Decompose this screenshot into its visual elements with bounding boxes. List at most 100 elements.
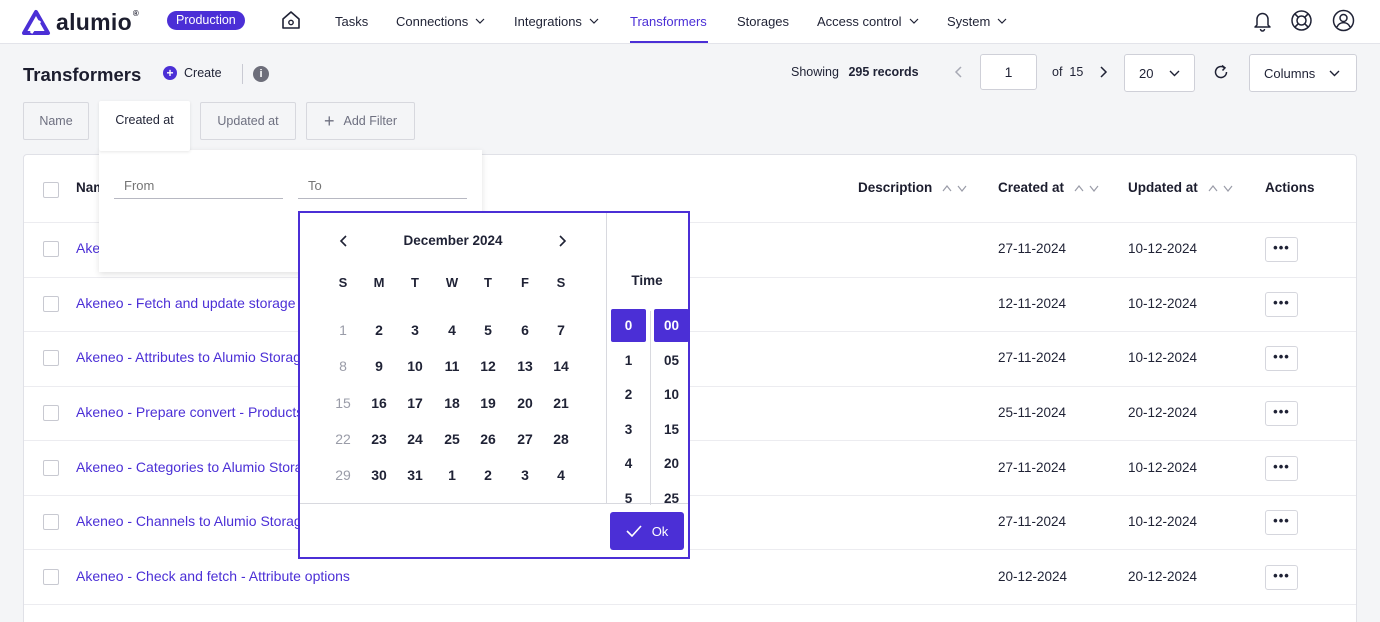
previous-page-icon[interactable] bbox=[951, 64, 967, 80]
transformer-name-link[interactable]: Akeneo - Check and fetch - Attribute opt… bbox=[76, 568, 476, 584]
filter-chip-updated-at[interactable]: Updated at bbox=[200, 102, 296, 140]
calendar-day[interactable]: 2 bbox=[365, 319, 393, 341]
row-actions-button[interactable]: ••• bbox=[1265, 292, 1298, 317]
calendar-day[interactable]: 9 bbox=[365, 355, 393, 377]
nav-item-transformers[interactable]: Transformers bbox=[630, 13, 707, 29]
calendar-day[interactable]: 12 bbox=[474, 355, 502, 377]
calendar-day[interactable]: 22 bbox=[329, 428, 357, 450]
hour-option[interactable]: 2 bbox=[611, 378, 646, 411]
filter-chip-name[interactable]: Name bbox=[23, 102, 89, 140]
nav-item-integrations[interactable]: Integrations bbox=[514, 13, 599, 29]
hour-option[interactable]: 3 bbox=[611, 413, 646, 446]
hour-option[interactable]: 1 bbox=[611, 344, 646, 377]
per-page-select[interactable]: 20 bbox=[1124, 54, 1195, 92]
calendar-day[interactable]: 21 bbox=[547, 392, 575, 414]
row-checkbox[interactable] bbox=[43, 460, 59, 476]
bell-icon[interactable] bbox=[1251, 9, 1274, 32]
user-account-icon[interactable] bbox=[1332, 9, 1355, 32]
nav-item-system[interactable]: System bbox=[947, 13, 1007, 29]
add-filter-button[interactable]: + Add Filter bbox=[306, 102, 415, 140]
calendar-day[interactable]: 16 bbox=[365, 392, 393, 414]
row-checkbox[interactable] bbox=[43, 405, 59, 421]
create-button[interactable]: + Create bbox=[163, 66, 222, 80]
calendar-day[interactable]: 4 bbox=[438, 319, 466, 341]
sort-icon[interactable] bbox=[1074, 183, 1100, 193]
calendar-day[interactable]: 5 bbox=[474, 319, 502, 341]
calendar-day[interactable]: 23 bbox=[365, 428, 393, 450]
calendar-day[interactable]: 11 bbox=[438, 355, 466, 377]
minute-list[interactable]: 00 05 10 15 20 25 bbox=[654, 309, 689, 503]
calendar-day[interactable]: 31 bbox=[401, 464, 429, 486]
minute-option[interactable]: 25 bbox=[654, 482, 689, 503]
calendar-day[interactable]: 26 bbox=[474, 428, 502, 450]
row-actions-button[interactable]: ••• bbox=[1265, 237, 1298, 262]
next-page-icon[interactable] bbox=[1095, 64, 1111, 80]
sort-icon[interactable] bbox=[942, 183, 968, 193]
calendar-day[interactable]: 25 bbox=[438, 428, 466, 450]
row-checkbox[interactable] bbox=[43, 350, 59, 366]
calendar-day[interactable]: 17 bbox=[401, 392, 429, 414]
ok-button[interactable]: Ok bbox=[610, 512, 684, 550]
calendar-day[interactable]: 7 bbox=[547, 319, 575, 341]
nav-item-storages[interactable]: Storages bbox=[737, 13, 789, 29]
hour-option[interactable]: 5 bbox=[611, 482, 646, 503]
minute-option[interactable]: 05 bbox=[654, 344, 689, 377]
calendar-day[interactable]: 4 bbox=[547, 464, 575, 486]
calendar-day[interactable]: 15 bbox=[329, 392, 357, 414]
row-checkbox[interactable] bbox=[43, 296, 59, 312]
hour-option[interactable]: 4 bbox=[611, 447, 646, 480]
calendar-day[interactable]: 1 bbox=[329, 319, 357, 341]
calendar-day[interactable]: 24 bbox=[401, 428, 429, 450]
row-checkbox[interactable] bbox=[43, 241, 59, 257]
calendar-day[interactable]: 6 bbox=[511, 319, 539, 341]
calendar-day[interactable]: 2 bbox=[474, 464, 502, 486]
transformer-name-link[interactable]: Akeneo - Channels to Alumio Storage bbox=[76, 513, 298, 529]
sort-icon[interactable] bbox=[1208, 183, 1234, 193]
minute-option[interactable]: 00 bbox=[654, 309, 689, 342]
columns-button[interactable]: Columns bbox=[1249, 54, 1357, 92]
alumio-logo[interactable]: alumio® bbox=[22, 8, 139, 36]
calendar-day[interactable]: 27 bbox=[511, 428, 539, 450]
hour-list[interactable]: 0 1 2 3 4 5 bbox=[611, 309, 646, 503]
calendar-day[interactable]: 20 bbox=[511, 392, 539, 414]
calendar-day[interactable]: 8 bbox=[329, 355, 357, 377]
transformer-name-link[interactable]: Akeneo - Fetch and update storage bbox=[76, 295, 298, 311]
calendar-day[interactable]: 29 bbox=[329, 464, 357, 486]
calendar-day[interactable]: 19 bbox=[474, 392, 502, 414]
nav-item-access-control[interactable]: Access control bbox=[817, 13, 919, 29]
current-page-input[interactable] bbox=[980, 54, 1037, 90]
to-date-input[interactable] bbox=[298, 166, 467, 199]
row-actions-button[interactable]: ••• bbox=[1265, 401, 1298, 426]
row-actions-button[interactable]: ••• bbox=[1265, 346, 1298, 371]
minute-option[interactable]: 20 bbox=[654, 447, 689, 480]
row-checkbox[interactable] bbox=[43, 514, 59, 530]
transformer-name-link[interactable]: Akeneo - Prepare convert - Products bbox=[76, 404, 298, 420]
from-date-input[interactable] bbox=[114, 166, 283, 199]
row-actions-button[interactable]: ••• bbox=[1265, 565, 1298, 590]
minute-option[interactable]: 15 bbox=[654, 413, 689, 446]
calendar-day[interactable]: 28 bbox=[547, 428, 575, 450]
hour-option[interactable]: 0 bbox=[611, 309, 646, 342]
help-lifebuoy-icon[interactable] bbox=[1290, 9, 1313, 32]
select-all-checkbox[interactable] bbox=[43, 182, 59, 198]
next-month-icon[interactable] bbox=[556, 235, 568, 247]
row-checkbox[interactable] bbox=[43, 569, 59, 585]
calendar-day[interactable]: 10 bbox=[401, 355, 429, 377]
transformer-name-link[interactable]: Akeneo - Attributes to Alumio Storage bbox=[76, 349, 298, 365]
calendar-day[interactable]: 3 bbox=[511, 464, 539, 486]
info-icon[interactable]: i bbox=[253, 66, 269, 82]
calendar-day[interactable]: 3 bbox=[401, 319, 429, 341]
filter-chip-created-at[interactable]: Created at bbox=[99, 101, 190, 151]
row-actions-button[interactable]: ••• bbox=[1265, 510, 1298, 535]
refresh-icon[interactable] bbox=[1212, 63, 1230, 81]
column-header-updated-at[interactable]: Updated at bbox=[1128, 180, 1234, 195]
calendar-day[interactable]: 13 bbox=[511, 355, 539, 377]
nav-item-connections[interactable]: Connections bbox=[396, 13, 485, 29]
calendar-day[interactable]: 18 bbox=[438, 392, 466, 414]
nav-item-tasks[interactable]: Tasks bbox=[335, 13, 368, 29]
environment-badge[interactable]: Production bbox=[167, 11, 245, 30]
calendar-day[interactable]: 1 bbox=[438, 464, 466, 486]
transformer-name-link[interactable]: Akeneo - Categories to Alumio Storage bbox=[76, 459, 298, 475]
home-icon[interactable] bbox=[280, 9, 302, 31]
column-header-created-at[interactable]: Created at bbox=[998, 180, 1100, 195]
